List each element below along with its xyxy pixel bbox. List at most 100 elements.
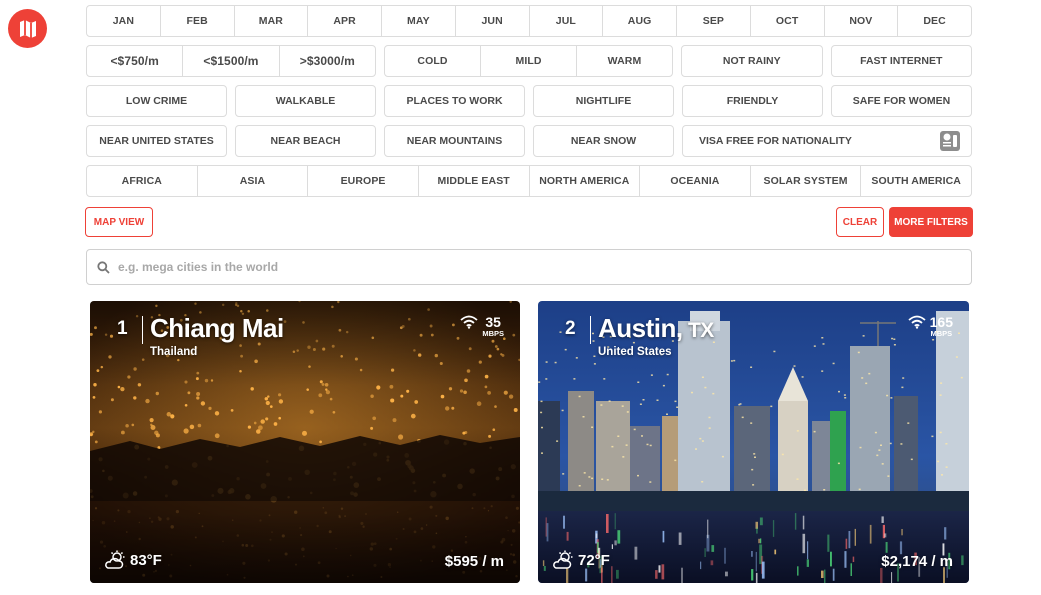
lit-window	[876, 454, 879, 457]
filter-fast-internet[interactable]: FAST INTERNET	[830, 45, 972, 77]
water-reflection	[595, 533, 598, 538]
water-reflection	[678, 532, 682, 545]
filter-near-snow[interactable]: NEAR SNOW	[533, 125, 674, 157]
month-feb[interactable]: FEB	[159, 6, 234, 36]
filter-visa-free[interactable]: VISA FREE FOR NATIONALITY	[682, 125, 972, 157]
lit-window	[541, 452, 543, 454]
lit-window	[603, 378, 606, 380]
lit-window	[910, 458, 913, 461]
month-may[interactable]: MAY	[381, 6, 455, 36]
climate-mild[interactable]: MILD	[480, 46, 576, 76]
lit-window	[932, 339, 935, 341]
lit-window	[901, 386, 904, 389]
card-rank: 2	[565, 318, 576, 339]
water-reflection	[710, 560, 714, 566]
region-oceania[interactable]: OCEANIA	[639, 166, 750, 196]
lit-window	[540, 411, 543, 414]
cost-over-3000[interactable]: >$3000/m	[278, 46, 375, 76]
lit-window	[701, 376, 704, 378]
water-reflection	[806, 559, 809, 567]
lit-window	[821, 370, 824, 372]
lit-window	[902, 377, 905, 379]
month-jul[interactable]: JUL	[528, 6, 603, 36]
month-group: JAN FEB MAR APR MAY JUN JUL AUG SEP OCT …	[86, 5, 972, 37]
climate-cold[interactable]: COLD	[385, 46, 480, 76]
lit-window	[813, 430, 816, 433]
state-label: TX	[682, 319, 714, 342]
partly-cloudy-icon	[553, 550, 573, 569]
lit-window	[738, 403, 741, 406]
filter-places-to-work[interactable]: PLACES TO WORK	[384, 85, 525, 117]
search-bar[interactable]	[86, 249, 972, 285]
water-reflection	[662, 530, 665, 543]
month-oct[interactable]: OCT	[749, 6, 824, 36]
filter-near-united-states[interactable]: NEAR UNITED STATES	[86, 125, 227, 157]
lit-window	[545, 378, 548, 380]
lit-window	[637, 381, 640, 383]
card-divider	[142, 316, 143, 344]
water-reflection	[797, 566, 799, 576]
climate-warm[interactable]: WARM	[576, 46, 672, 76]
month-nov[interactable]: NOV	[823, 6, 898, 36]
lit-window	[637, 474, 639, 477]
water-reflection	[658, 565, 661, 573]
month-sep[interactable]: SEP	[676, 6, 750, 36]
water-reflection	[848, 531, 851, 549]
city-card-chiang-mai[interactable]: 1 Chiang Mai Thailand 35 MBPS 83°F $595 …	[90, 301, 520, 583]
region-filter-row: AFRICA ASIA EUROPE MIDDLE EAST NORTH AME…	[86, 165, 972, 197]
lit-window	[960, 376, 963, 379]
filter-near-mountains[interactable]: NEAR MOUNTAINS	[384, 125, 525, 157]
filter-nightlife[interactable]: NIGHTLIFE	[533, 85, 674, 117]
lit-window	[750, 422, 753, 424]
cost-under-750[interactable]: <$750/m	[87, 46, 182, 76]
month-jan[interactable]: JAN	[87, 6, 160, 36]
cost-under-1500[interactable]: <$1500/m	[182, 46, 278, 76]
monthly-cost: $2,174 / m	[881, 553, 953, 570]
map-view-button[interactable]: MAP VIEW	[85, 207, 153, 237]
city-card-austin[interactable]: 2 Austin, TX United States 165 MBPS 72°F…	[538, 301, 969, 583]
clear-button[interactable]: CLEAR	[836, 207, 884, 237]
lit-window	[880, 444, 882, 446]
month-apr[interactable]: APR	[307, 6, 381, 36]
water-reflection	[884, 533, 887, 538]
cost-group: <$750/m <$1500/m >$3000/m	[86, 45, 376, 77]
map-logo-icon	[19, 19, 36, 38]
region-middle-east[interactable]: MIDDLE EAST	[417, 166, 529, 196]
lit-window	[622, 456, 625, 458]
filter-walkable[interactable]: WALKABLE	[235, 85, 376, 117]
water-reflection	[614, 513, 616, 530]
more-filters-button[interactable]: MORE FILTERS	[889, 207, 973, 237]
water-reflection	[944, 527, 947, 540]
month-aug[interactable]: AUG	[602, 6, 676, 36]
region-north-america[interactable]: NORTH AMERICA	[528, 166, 640, 196]
month-jun[interactable]: JUN	[454, 6, 529, 36]
region-solar-system[interactable]: SOLAR SYSTEM	[749, 166, 861, 196]
search-input[interactable]	[118, 260, 971, 274]
water-reflection	[704, 548, 706, 557]
filter-safe-for-women[interactable]: SAFE FOR WOMEN	[831, 85, 972, 117]
water-reflection	[901, 529, 903, 536]
region-europe[interactable]: EUROPE	[307, 166, 418, 196]
lit-window	[890, 397, 893, 399]
water-reflection	[885, 542, 888, 553]
filter-friendly[interactable]: FRIENDLY	[682, 85, 823, 117]
region-south-america[interactable]: SOUTH AMERICA	[860, 166, 971, 196]
filter-not-rainy[interactable]: NOT RAINY	[681, 45, 823, 77]
filter-near-beach[interactable]: NEAR BEACH	[235, 125, 376, 157]
lit-window	[699, 437, 702, 440]
month-dec[interactable]: DEC	[897, 6, 971, 36]
region-asia[interactable]: ASIA	[196, 166, 308, 196]
internet-speed: 165 MBPS	[908, 315, 953, 338]
water-reflection	[617, 530, 621, 544]
logo[interactable]	[8, 9, 47, 48]
water-reflection	[772, 520, 775, 537]
proximity-filter-row: NEAR UNITED STATES NEAR BEACH NEAR MOUNT…	[86, 125, 972, 157]
month-mar[interactable]: MAR	[233, 6, 308, 36]
filter-low-crime[interactable]: LOW CRIME	[86, 85, 227, 117]
passport-icon	[940, 131, 960, 151]
water-reflection	[616, 569, 619, 579]
card-city-name: Chiang Mai	[150, 313, 284, 344]
lit-window	[781, 453, 784, 456]
region-africa[interactable]: AFRICA	[87, 166, 197, 196]
lit-window	[695, 448, 697, 450]
